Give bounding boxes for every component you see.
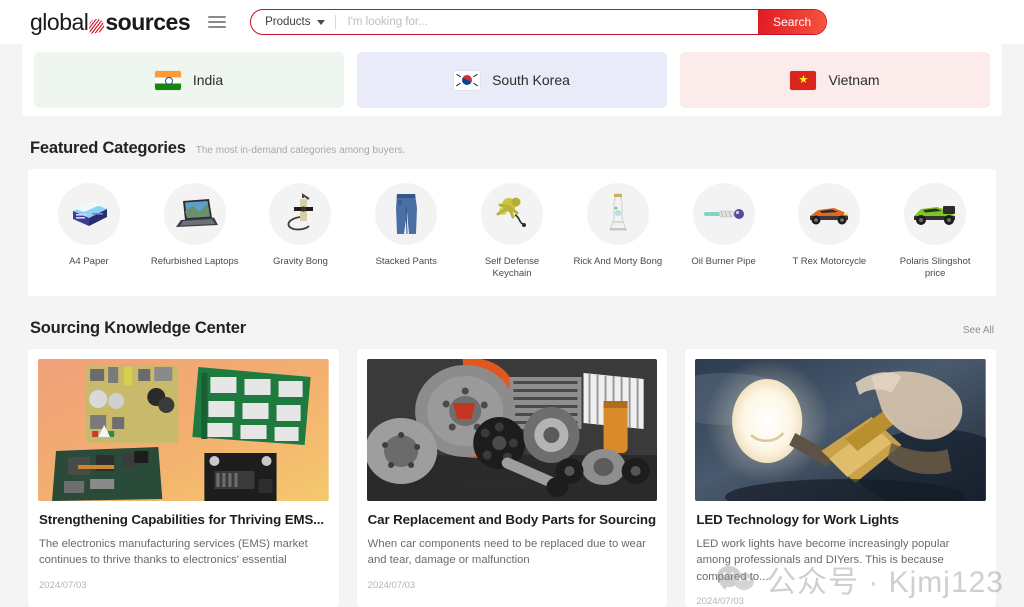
article-body: Car Replacement and Body Parts for Sourc… [367,501,658,591]
work-light-photo [695,358,987,501]
laptop-thumb-icon [163,183,226,245]
category-item-polaris-slingshot[interactable]: Polaris Slingshot price [882,183,988,280]
page-root: global sources Products Search India [0,0,1024,607]
swoosh-logo-mark-icon [88,17,106,34]
featured-categories-subtitle: The most in-demand categories among buye… [195,145,406,156]
country-label-india: India [192,72,224,88]
category-item-t-rex-motorcycle[interactable]: T Rex Motorcycle [776,183,882,280]
circuit-boards-photo [38,358,329,501]
article-title: LED Technology for Work Lights [696,511,899,527]
keychain-thumb-icon [481,183,544,245]
rick-morty-bong-thumb-icon [586,183,649,245]
article-title: Car Replacement and Body Parts for Sourc… [367,511,656,527]
site-header: global sources Products Search [0,0,1024,44]
category-item-gravity-bong[interactable]: Gravity Bong [248,183,354,280]
category-label: Polaris Slingshot price [899,256,971,279]
category-label: Refurbished Laptops [150,256,239,267]
country-tab-south-korea[interactable]: South Korea [357,52,667,108]
a4-paper-thumb-icon [57,183,120,245]
category-item-oil-burner-pipe[interactable]: Oil Burner Pipe [671,183,777,280]
search-button[interactable]: Search [758,10,827,34]
category-item-self-defense-keychain[interactable]: Self Defense Keychain [459,183,565,280]
chevron-down-icon [316,19,325,25]
article-body: LED Technology for Work Lights LED work … [695,501,986,607]
article-description: LED work lights have become increasingly… [696,537,950,583]
category-item-a4-paper[interactable]: A4 Paper [36,183,142,280]
t-rex-motorcycle-thumb-icon [798,183,861,245]
gravity-bong-thumb-icon [269,183,332,245]
polaris-slingshot-thumb-icon [904,183,967,245]
category-item-refurbished-laptops[interactable]: Refurbished Laptops [142,183,248,280]
country-label-south-korea: South Korea [492,72,570,88]
country-tabs-card: India South Korea ★ Vietnam [22,44,1002,116]
logo-text-sources: sources [105,8,191,35]
article-card[interactable]: Car Replacement and Body Parts for Sourc… [356,348,668,607]
search-input[interactable] [335,10,761,34]
category-label: Gravity Bong [272,256,328,267]
search-category-dropdown[interactable]: Products [251,10,334,34]
category-label: Oil Burner Pipe [691,256,756,267]
article-card[interactable]: LED Technology for Work Lights LED work … [685,348,997,607]
country-tab-vietnam[interactable]: ★ Vietnam [680,52,990,108]
article-description: The electronics manufacturing services (… [39,537,308,567]
site-logo[interactable]: global sources [30,8,191,36]
article-description: When car components need to be replaced … [367,537,646,567]
featured-categories-card: A4 Paper Refurbished Laptops Gravity Bon… [28,169,996,296]
country-label-vietnam: Vietnam [828,72,880,88]
category-label: Rick And Morty Bong [573,256,663,267]
category-item-rick-and-morty-bong[interactable]: Rick And Morty Bong [565,183,671,280]
article-title: Strengthening Capabilities for Thriving … [39,511,324,527]
category-label: Stacked Pants [375,256,437,267]
article-date: 2024/07/03 [696,595,744,607]
flag-india-icon [154,70,181,90]
search-category-label: Products [265,16,311,28]
see-all-link[interactable]: See All [963,325,994,336]
oil-burner-pipe-thumb-icon [692,183,755,245]
knowledge-center-title: Sourcing Knowledge Center [30,318,246,337]
article-date: 2024/07/03 [367,579,416,591]
flag-vietnam-icon: ★ [790,70,817,90]
search-bar: Products Search [250,9,828,35]
article-card[interactable]: Strengthening Capabilities for Thriving … [28,348,339,607]
flag-south-korea-icon [454,70,481,90]
list-menu-icon[interactable] [208,13,227,31]
country-tab-india[interactable]: India [34,52,344,108]
stacked-pants-thumb-icon [375,183,438,245]
car-parts-photo [366,358,658,501]
knowledge-articles-list: Strengthening Capabilities for Thriving … [0,348,1024,607]
article-date: 2024/07/03 [39,579,87,591]
category-item-stacked-pants[interactable]: Stacked Pants [353,183,459,280]
category-label: A4 Paper [69,256,109,267]
article-body: Strengthening Capabilities for Thriving … [38,501,329,591]
featured-categories-title: Featured Categories [30,139,186,157]
featured-categories-header: Featured Categories The most in-demand c… [0,139,1024,158]
category-label: T Rex Motorcycle [792,256,867,267]
knowledge-center-header: Sourcing Knowledge Center See All [0,319,1024,338]
category-label: Self Defense Keychain [484,256,540,279]
logo-text-global: global [30,8,89,35]
